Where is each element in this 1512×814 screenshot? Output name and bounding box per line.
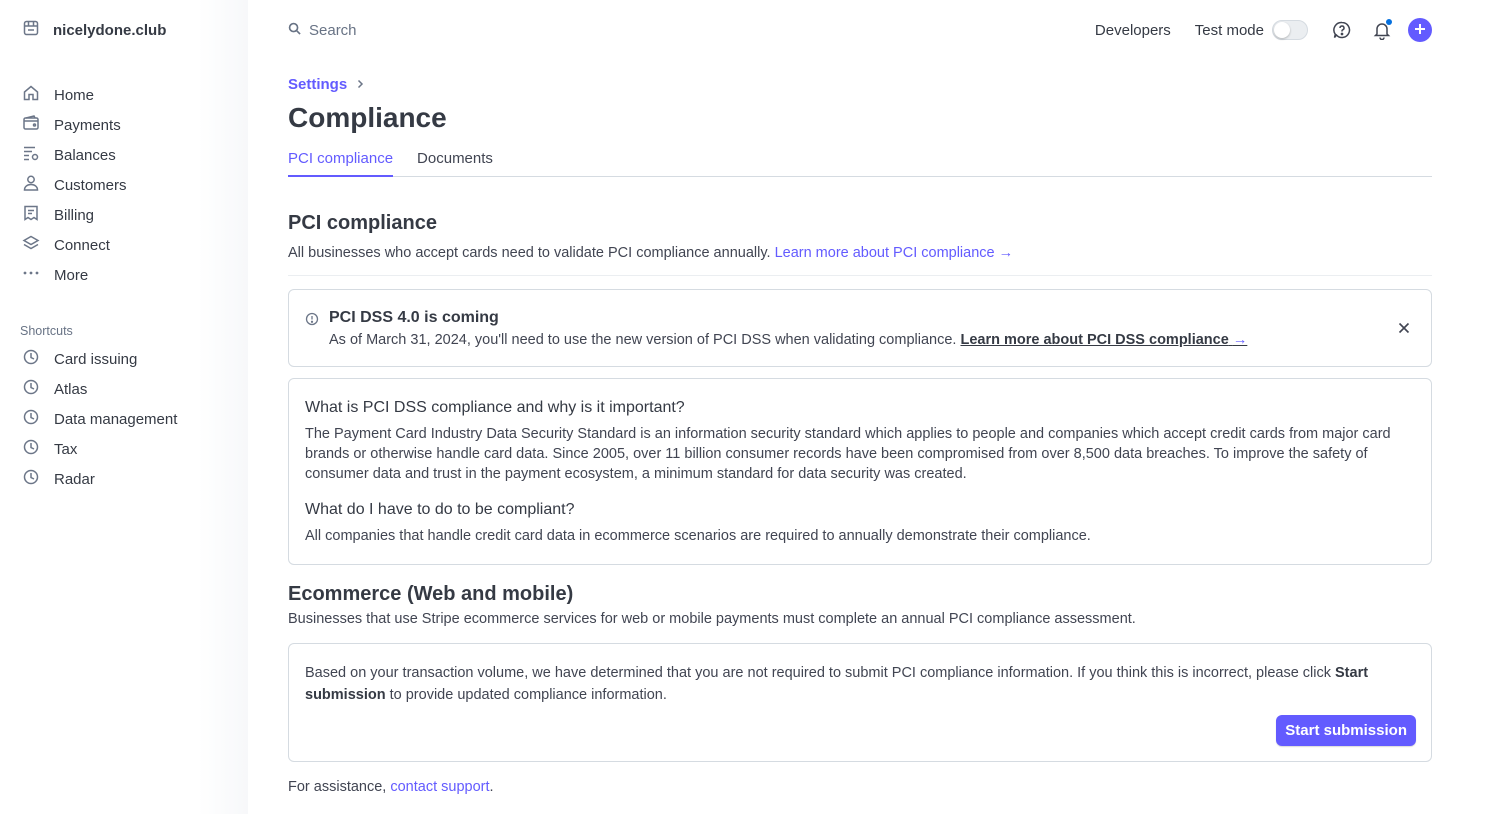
person-icon: [22, 174, 40, 196]
notifications-button[interactable]: [1372, 19, 1392, 43]
balances-icon: [22, 144, 40, 166]
faq-answer: The Payment Card Industry Data Security …: [305, 426, 1391, 482]
breadcrumb: Settings: [288, 76, 365, 93]
pci-section-title: PCI compliance: [288, 212, 437, 234]
search-placeholder: Search: [309, 21, 357, 39]
receipt-icon: [22, 204, 40, 226]
learn-more-pci-dss-link[interactable]: Learn more about PCI DSS compliance →: [960, 332, 1247, 348]
shortcut-card-issuing[interactable]: Card issuing: [22, 344, 232, 374]
section-divider: [288, 275, 1432, 276]
tab-pci-compliance[interactable]: PCI compliance: [288, 146, 394, 177]
help-button[interactable]: [1332, 20, 1352, 40]
home-icon: [22, 84, 40, 106]
shortcut-label: Data management: [54, 410, 178, 428]
shortcut-radar[interactable]: Radar: [22, 464, 232, 494]
assist-suffix: .: [489, 779, 494, 795]
pci-desc-text: All businesses who accept cards need to …: [288, 245, 771, 261]
arrow-right-icon: →: [998, 245, 1014, 261]
faq-answer: All companies that handle credit card da…: [305, 528, 1091, 544]
sidebar-item-connect[interactable]: Connect: [22, 230, 232, 260]
learn-more-pci-dss-label: Learn more about PCI DSS compliance: [960, 332, 1229, 348]
clock-icon: [22, 378, 40, 400]
layers-icon: [22, 234, 40, 256]
faq-question: What is PCI DSS compliance and why is it…: [305, 399, 685, 416]
ecommerce-text-part1: Based on your transaction volume, we hav…: [305, 665, 1331, 681]
sidebar-item-payments[interactable]: Payments: [22, 110, 232, 140]
plus-icon: [1414, 22, 1426, 38]
shortcut-label: Tax: [54, 440, 78, 458]
ecommerce-section-desc: Businesses that use Stripe ecommerce ser…: [288, 611, 1136, 627]
page-title: Compliance: [288, 102, 447, 133]
sidebar-item-label: More: [54, 266, 89, 284]
banner-title: PCI DSS 4.0 is coming: [329, 309, 499, 326]
shortcut-atlas[interactable]: Atlas: [22, 374, 232, 404]
pci-section-desc: All businesses who accept cards need to …: [288, 245, 1013, 261]
ecommerce-card-text: Based on your transaction volume, we hav…: [305, 662, 1405, 706]
sidebar-item-label: Connect: [54, 236, 110, 254]
tabs: PCI compliance Documents: [288, 146, 1432, 177]
sidebar-item-balances[interactable]: Balances: [22, 140, 232, 170]
sidebar-item-label: Payments: [54, 116, 121, 134]
test-mode-toggle[interactable]: [1272, 20, 1308, 40]
search-input[interactable]: Search: [288, 20, 357, 40]
more-dots-icon: [22, 264, 40, 286]
start-submission-button[interactable]: Start submission: [1276, 715, 1416, 746]
ecommerce-text-part2: to provide updated compliance informatio…: [389, 687, 667, 703]
shortcuts-heading: Shortcuts: [20, 324, 73, 338]
sidebar-item-label: Customers: [54, 176, 127, 194]
tab-documents[interactable]: Documents: [417, 146, 493, 177]
breadcrumb-settings[interactable]: Settings: [288, 76, 347, 93]
account-switcher[interactable]: nicelydone.club: [22, 20, 166, 40]
wallet-icon: [22, 114, 40, 136]
shortcut-label: Radar: [54, 470, 95, 488]
clock-icon: [22, 348, 40, 370]
toggle-knob: [1274, 22, 1290, 38]
shortcut-tax[interactable]: Tax: [22, 434, 232, 464]
help-icon: [1332, 21, 1352, 43]
pci-dss-banner: PCI DSS 4.0 is coming As of March 31, 20…: [288, 289, 1432, 367]
assist-prefix: For assistance,: [288, 779, 387, 795]
sidebar-item-more[interactable]: More: [22, 260, 232, 290]
developers-link[interactable]: Developers: [1095, 22, 1171, 39]
close-icon[interactable]: [1397, 321, 1411, 335]
banner-text-body: As of March 31, 2024, you'll need to use…: [329, 332, 957, 348]
clock-icon: [22, 438, 40, 460]
chevron-right-icon: [355, 76, 365, 93]
sidebar-item-label: Balances: [54, 146, 116, 164]
assistance-text: For assistance, contact support.: [288, 779, 494, 795]
sidebar-item-label: Home: [54, 86, 95, 104]
sidebar-item-billing[interactable]: Billing: [22, 200, 232, 230]
sidebar: nicelydone.club Home Payments Balances C…: [0, 0, 248, 814]
sidebar-item-label: Billing: [54, 206, 95, 224]
pci-info-card: What is PCI DSS compliance and why is it…: [288, 378, 1432, 565]
test-mode-label: Test mode: [1194, 21, 1264, 39]
clock-icon: [22, 468, 40, 490]
learn-more-pci-label: Learn more about PCI compliance: [774, 245, 995, 261]
store-icon: [22, 19, 40, 41]
shortcut-label: Card issuing: [54, 350, 138, 368]
shortcut-label: Atlas: [54, 380, 88, 398]
sidebar-item-home[interactable]: Home: [22, 80, 232, 110]
info-circle-icon: [305, 312, 319, 326]
bell-icon: [1372, 23, 1392, 43]
account-name: nicelydone.club: [53, 21, 167, 39]
faq-question: What do I have to do to be compliant?: [305, 501, 575, 518]
sidebar-item-customers[interactable]: Customers: [22, 170, 232, 200]
banner-text: As of March 31, 2024, you'll need to use…: [329, 332, 1247, 348]
shortcuts-nav: Card issuing Atlas Data management Tax R…: [22, 344, 232, 494]
ecommerce-card: Based on your transaction volume, we hav…: [288, 643, 1432, 762]
ecommerce-section-title: Ecommerce (Web and mobile): [288, 583, 574, 605]
notification-dot: [1386, 19, 1392, 25]
topbar-actions: Developers Test mode: [1095, 16, 1432, 44]
learn-more-pci-link[interactable]: Learn more about PCI compliance →: [775, 245, 1014, 261]
create-button[interactable]: [1408, 18, 1432, 42]
search-icon: [288, 22, 301, 39]
shortcut-data-management[interactable]: Data management: [22, 404, 232, 434]
arrow-right-icon: →: [1232, 332, 1248, 348]
clock-icon: [22, 408, 40, 430]
contact-support-link[interactable]: contact support: [390, 779, 489, 795]
sidebar-nav: Home Payments Balances Customers Billing: [22, 80, 232, 290]
